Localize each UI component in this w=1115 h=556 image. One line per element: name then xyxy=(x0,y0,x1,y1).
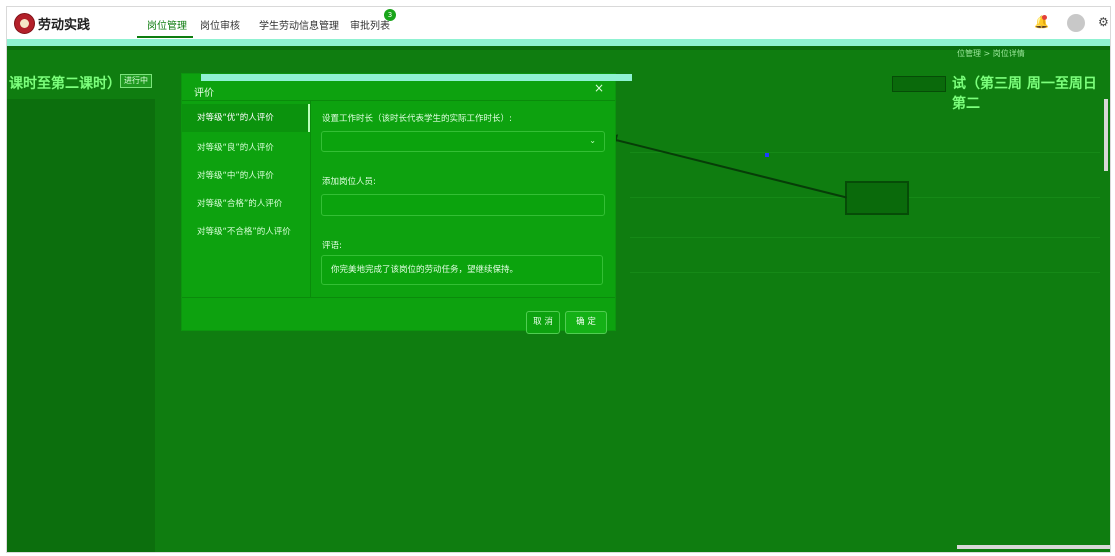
nav-post-management[interactable]: 岗位管理 xyxy=(147,17,187,32)
notification-dot xyxy=(1042,15,1047,20)
divider xyxy=(630,237,1100,238)
work-time-label: 设置工作时长（该时长代表学生的实际工作时长）: xyxy=(322,114,512,124)
status-badge: 进行中 xyxy=(120,74,152,88)
close-icon[interactable]: × xyxy=(594,81,604,95)
work-time-select[interactable]: ⌄ xyxy=(321,131,605,152)
settings-gear-icon[interactable]: ⚙ xyxy=(1098,15,1109,29)
comment-textarea[interactable]: 你完美地完成了该岗位的劳动任务，望继续保持。 xyxy=(321,255,603,285)
confirm-button[interactable]: 确 定 xyxy=(565,311,607,334)
sidebar-item-excellent[interactable]: 对等级“优”的人评价 xyxy=(182,104,310,132)
nav-post-review[interactable]: 岗位审核 xyxy=(200,17,240,32)
cancel-button[interactable]: 取 消 xyxy=(526,311,560,334)
app-title: 劳动实践 xyxy=(38,18,91,33)
user-avatar-icon[interactable] xyxy=(1067,14,1085,32)
staff-input[interactable] xyxy=(321,194,605,216)
vertical-scrollbar[interactable] xyxy=(1104,99,1108,171)
grade-sidebar: 对等级“优”的人评价 对等级“良”的人评价 对等级“中”的人评价 对等级“合格”… xyxy=(182,101,311,297)
dialog-top-stripe xyxy=(201,74,632,81)
background-title-left: 课时至第二课时） xyxy=(9,76,121,92)
cursor-marker-icon xyxy=(765,153,769,157)
divider xyxy=(630,272,1100,273)
add-staff-label: 添加岗位人员: xyxy=(322,177,376,187)
dialog-title: 评价 xyxy=(194,88,214,99)
decorative-stripe xyxy=(7,39,1110,46)
horizontal-scrollbar[interactable] xyxy=(957,545,1110,549)
divider xyxy=(630,152,1100,153)
sidebar-item-pass[interactable]: 对等级“合格”的人评价 xyxy=(182,190,310,218)
dialog-footer-divider xyxy=(182,297,615,298)
app-window: 劳动实践 岗位管理 岗位审核 学生劳动信息管理 审批列表 3 🔔 ⚙ 位管理 >… xyxy=(6,6,1111,553)
decorative-stripe-dark xyxy=(7,46,1110,50)
school-logo-icon xyxy=(14,13,35,34)
comment-label: 评语: xyxy=(322,241,342,251)
background-action-button[interactable] xyxy=(892,76,946,92)
background-title-right: 试（第三周 周一至周日 第二 xyxy=(952,76,1097,112)
sidebar-item-good[interactable]: 对等级“良”的人评价 xyxy=(182,134,310,162)
highlighted-target-box[interactable] xyxy=(845,181,909,215)
annotation-arrow-line xyxy=(611,138,847,199)
evaluation-dialog: 评价 × 对等级“优”的人评价 对等级“良”的人评价 对等级“中”的人评价 对等… xyxy=(182,74,632,334)
nav-student-labor-info[interactable]: 学生劳动信息管理 xyxy=(259,17,339,32)
sidebar-item-fail[interactable]: 对等级“不合格”的人评价 xyxy=(182,218,310,246)
top-navigation-bar: 劳动实践 岗位管理 岗位审核 学生劳动信息管理 审批列表 3 🔔 ⚙ xyxy=(7,7,1110,40)
active-nav-underline xyxy=(137,36,193,38)
nav-approval-list[interactable]: 审批列表 xyxy=(350,17,390,32)
sidebar-item-medium[interactable]: 对等级“中”的人评价 xyxy=(182,162,310,190)
breadcrumb[interactable]: 位管理 > 岗位详情 xyxy=(957,48,1025,59)
chevron-down-icon: ⌄ xyxy=(589,136,596,145)
approval-count-badge: 3 xyxy=(384,9,396,21)
background-left-panel xyxy=(7,99,155,552)
